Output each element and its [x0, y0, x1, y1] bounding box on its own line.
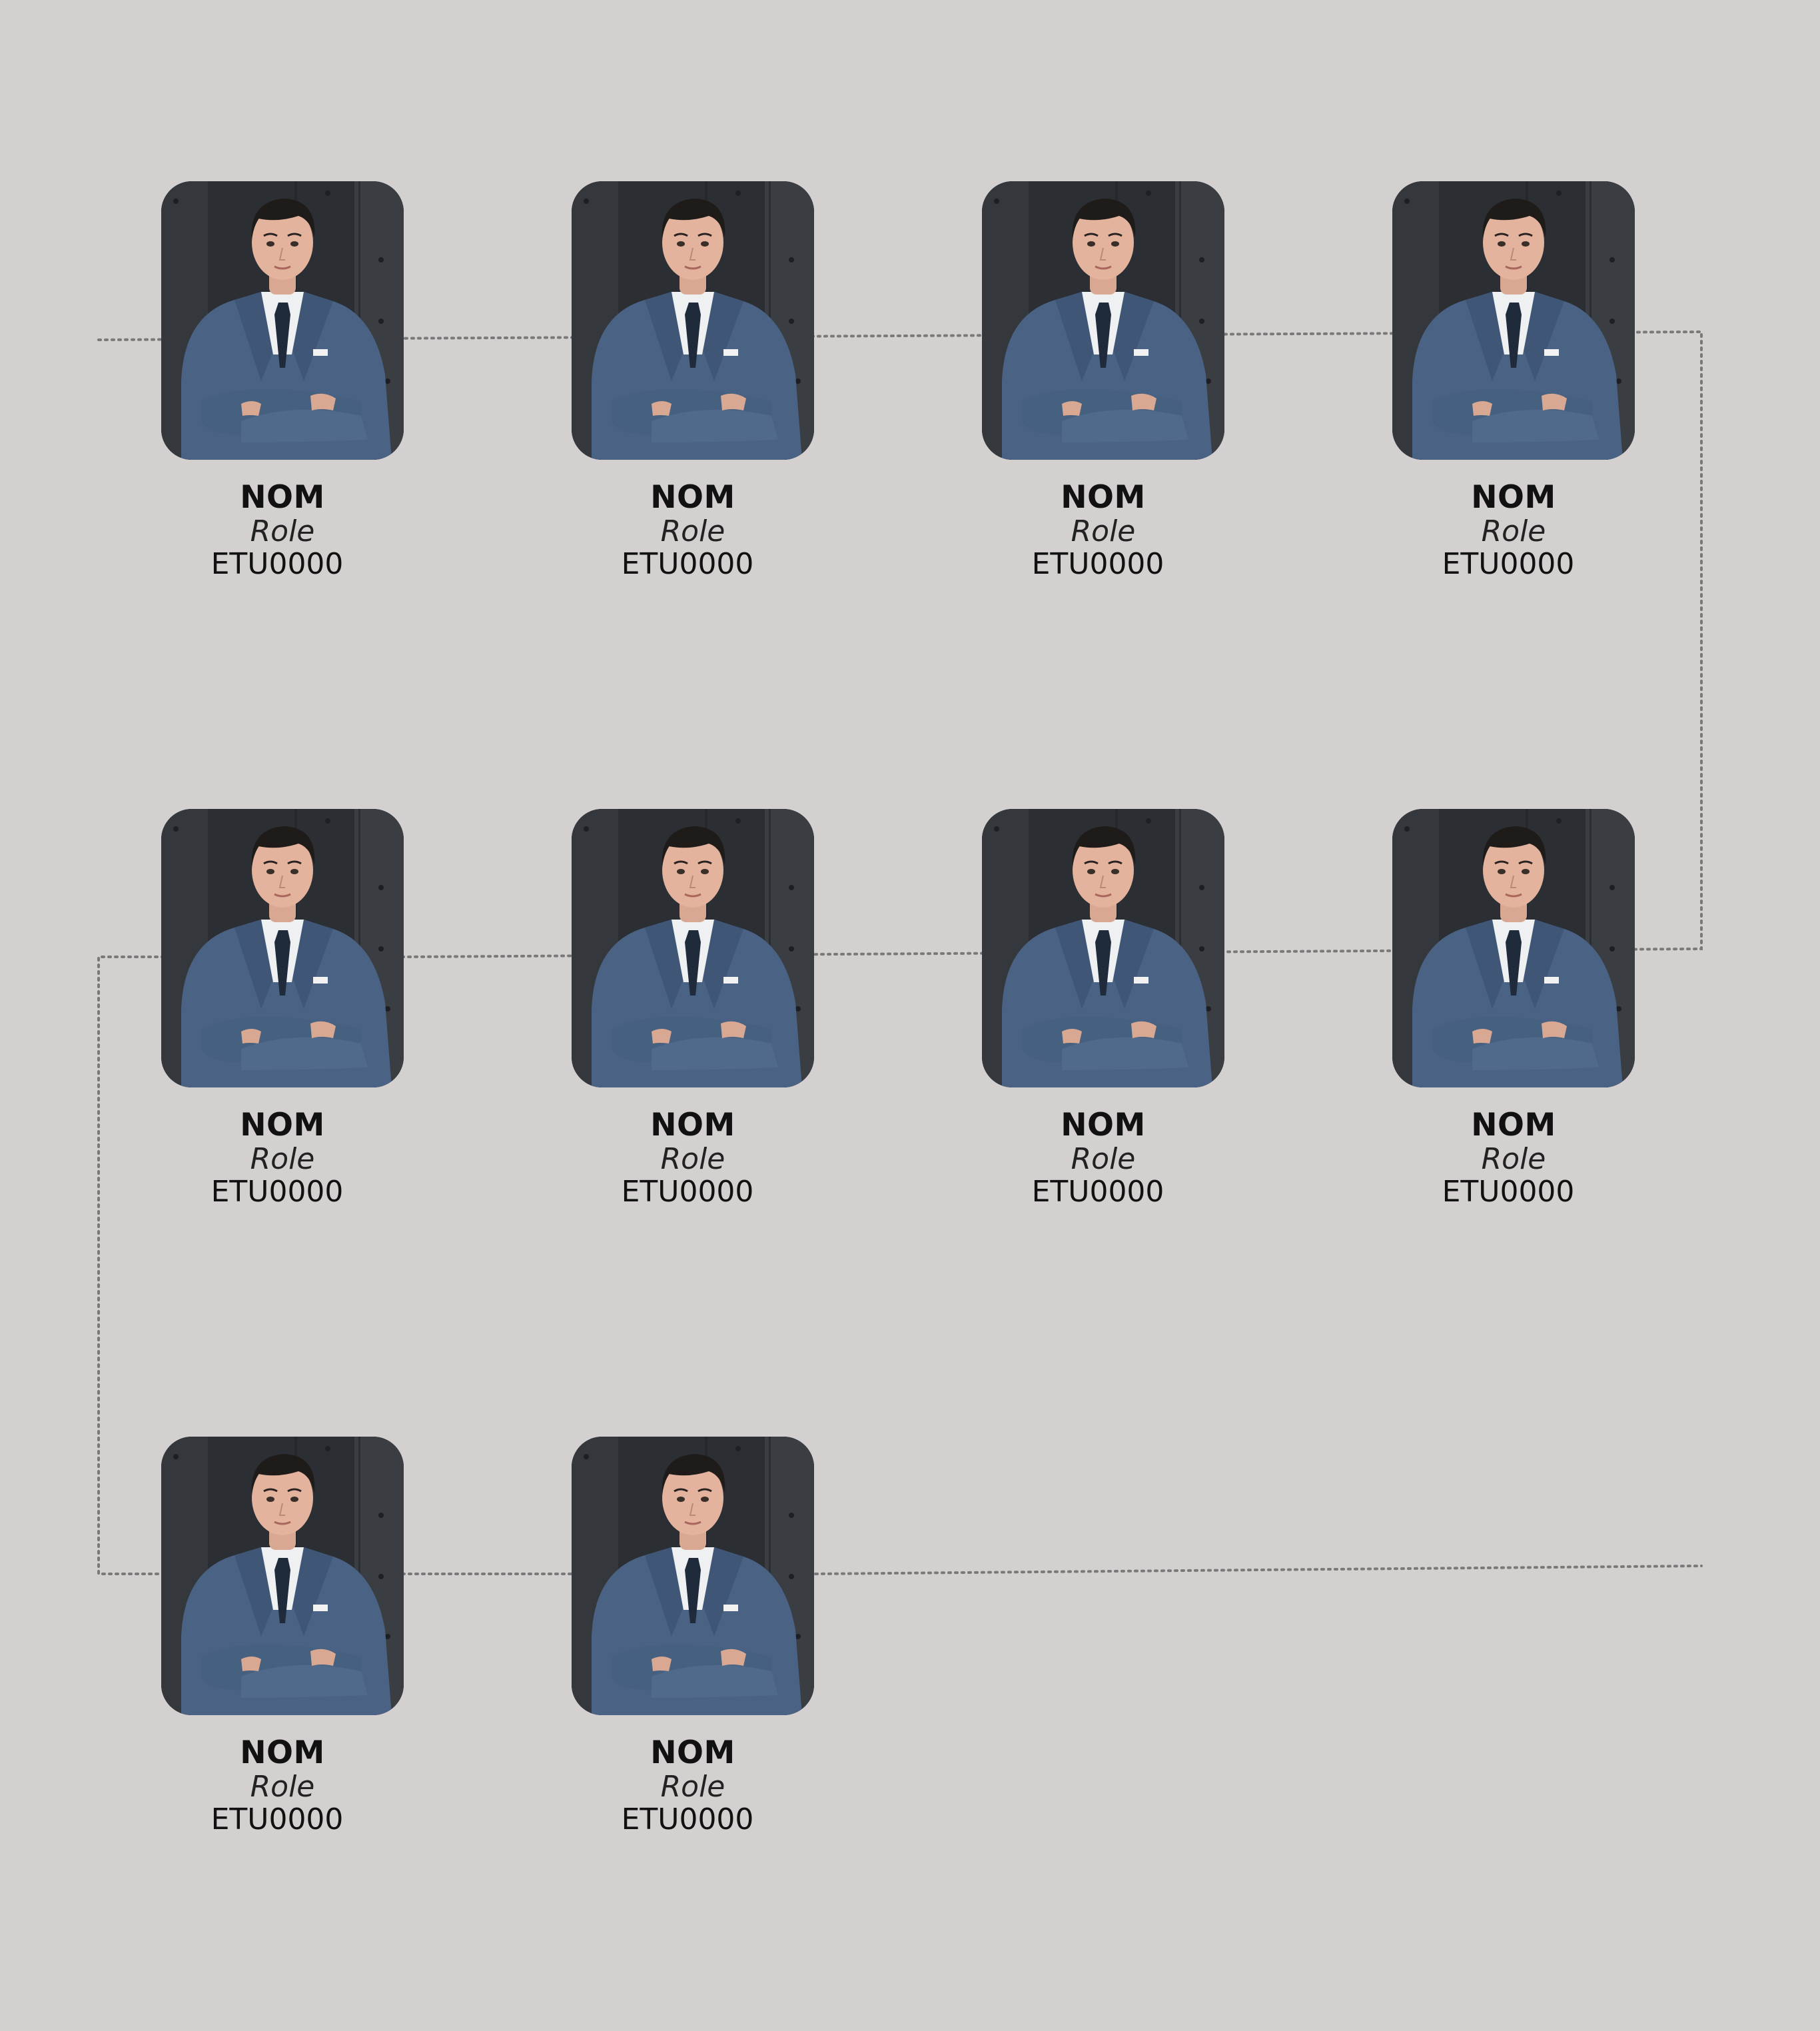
person-portrait-icon [161, 809, 404, 1087]
member-id: ETU0000 [1031, 1175, 1164, 1209]
member-caption: NOM Role ETU0000 [937, 480, 1270, 581]
member-id: ETU0000 [1442, 1175, 1575, 1209]
member-name: NOM [240, 1107, 325, 1143]
member-caption: NOM Role ETU0000 [1347, 1107, 1680, 1209]
member-name: NOM [240, 479, 325, 516]
member-name: NOM [1061, 1107, 1146, 1143]
member-name: NOM [650, 479, 735, 516]
member-id: ETU0000 [1031, 547, 1164, 581]
member-id: ETU0000 [621, 547, 754, 581]
member-id: ETU0000 [211, 547, 344, 581]
member-role: Role [1071, 1142, 1136, 1176]
person-portrait-icon [1392, 809, 1635, 1087]
member-caption: NOM Role ETU0000 [526, 1107, 859, 1209]
team-diagram: NOM Role ETU0000 NOM Role ETU0000 NOM Ro… [0, 0, 1820, 2031]
member-caption: NOM Role ETU0000 [526, 480, 859, 581]
member-caption: NOM Role ETU0000 [937, 1107, 1270, 1209]
member-caption: NOM Role ETU0000 [116, 480, 449, 581]
person-portrait-icon [161, 1437, 404, 1715]
member-caption: NOM Role ETU0000 [1347, 480, 1680, 581]
member-name: NOM [1061, 479, 1146, 516]
member-role: Role [660, 1770, 725, 1804]
member-name: NOM [650, 1107, 735, 1143]
person-portrait-icon [982, 809, 1224, 1087]
member-name: NOM [240, 1734, 325, 1771]
member-role: Role [1481, 1142, 1546, 1176]
member-role: Role [660, 1142, 725, 1176]
member-role: Role [250, 1770, 315, 1804]
person-portrait-icon [572, 1437, 814, 1715]
member-caption: NOM Role ETU0000 [526, 1735, 859, 1836]
person-portrait-icon [572, 181, 814, 460]
person-portrait-icon [572, 809, 814, 1087]
member-id: ETU0000 [621, 1802, 754, 1836]
member-id: ETU0000 [1442, 547, 1575, 581]
member-role: Role [250, 1142, 315, 1176]
member-name: NOM [1471, 479, 1556, 516]
member-id: ETU0000 [211, 1175, 344, 1209]
member-role: Role [1071, 514, 1136, 548]
member-role: Role [660, 514, 725, 548]
member-id: ETU0000 [211, 1802, 344, 1836]
member-caption: NOM Role ETU0000 [116, 1735, 449, 1836]
member-role: Role [250, 514, 315, 548]
person-portrait-icon [982, 181, 1224, 460]
member-name: NOM [1471, 1107, 1556, 1143]
member-role: Role [1481, 514, 1546, 548]
member-id: ETU0000 [621, 1175, 754, 1209]
person-portrait-icon [161, 181, 404, 460]
person-portrait-icon [1392, 181, 1635, 460]
member-caption: NOM Role ETU0000 [116, 1107, 449, 1209]
member-name: NOM [650, 1734, 735, 1771]
